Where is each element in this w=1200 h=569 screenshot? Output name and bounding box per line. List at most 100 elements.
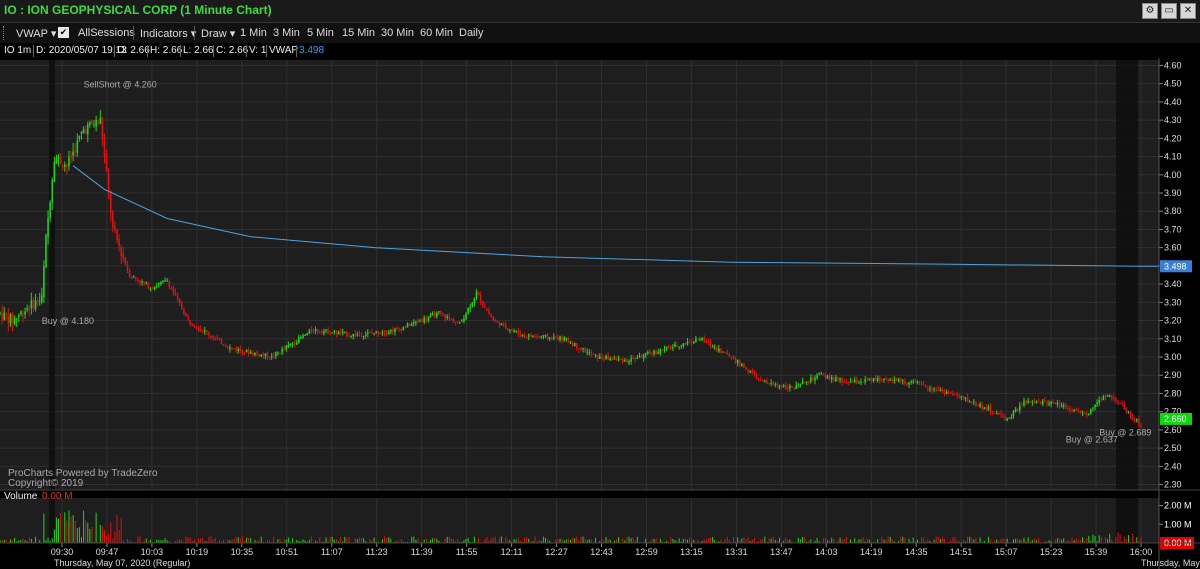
session-date-label: Thursday, May 07, 2020 (Regular)	[54, 558, 190, 568]
candle-body	[458, 322, 461, 324]
candle-body	[289, 344, 292, 346]
volume-header: Volume 0.00 M	[0, 491, 1200, 503]
candle-body	[93, 124, 95, 126]
candle-body	[947, 391, 950, 393]
candle-body	[676, 344, 678, 347]
candle-body	[362, 336, 365, 338]
candle-body	[870, 378, 873, 381]
candle-body	[323, 331, 325, 334]
candle-body	[0, 312, 1, 314]
candle-body	[241, 349, 244, 353]
candle-body	[1010, 416, 1013, 419]
candle-body	[1125, 409, 1128, 412]
interval-5min[interactable]: 5 Min	[307, 27, 334, 39]
candle-body	[924, 384, 927, 387]
candle-body	[1000, 413, 1002, 415]
candle-body	[206, 330, 208, 333]
candle-body	[954, 394, 956, 396]
candle-body	[837, 376, 839, 381]
candle-body	[63, 164, 66, 167]
candle-body	[105, 153, 108, 172]
candle-body	[918, 381, 921, 383]
candle-body	[291, 343, 294, 345]
candle-body	[141, 281, 143, 283]
x-tick-label: 09:47	[96, 547, 119, 557]
ohlc-infobar: IO 1m D: 2020/05/07 19:13 O: 2.66 H: 2.6…	[0, 44, 1200, 58]
candle-body	[107, 173, 110, 191]
candle-body	[32, 299, 35, 309]
candle-body	[1021, 404, 1023, 406]
candle-body	[826, 375, 829, 378]
x-tick-label: 15:39	[1085, 547, 1108, 557]
candle-body	[743, 363, 745, 368]
vwap-dropdown[interactable]: VWAP ▾	[16, 27, 56, 40]
candle-body	[433, 313, 436, 318]
allsessions-checkbox[interactable]: ✔	[58, 27, 69, 38]
candle-body	[1108, 394, 1111, 397]
candle-body	[396, 327, 398, 329]
candle-body	[661, 349, 664, 351]
candle-body	[70, 154, 72, 158]
interval-1min[interactable]: 1 Min	[240, 27, 267, 39]
candle-body	[145, 283, 148, 285]
symbol-label: IO 1m	[4, 45, 32, 56]
x-tick-label: 11:23	[366, 547, 388, 557]
candle-body	[128, 269, 131, 278]
candle-body	[927, 387, 929, 389]
draw-menu[interactable]: Draw ▾	[201, 27, 235, 40]
candle-body	[162, 280, 164, 282]
candle-body	[849, 381, 852, 383]
interval-60min[interactable]: 60 Min	[420, 27, 453, 39]
candle-body	[97, 121, 100, 123]
candle-body	[20, 311, 22, 315]
y-tick-label: 3.80	[1164, 206, 1182, 216]
candle-body	[674, 343, 676, 347]
gear-icon[interactable]: ⚙	[1142, 3, 1158, 19]
candle-body	[507, 328, 509, 330]
indicators-menu[interactable]: Indicators ▾	[140, 27, 196, 40]
candle-body	[816, 375, 818, 378]
candle-body	[1046, 402, 1048, 405]
y-tick-label: 4.50	[1164, 79, 1182, 89]
candle-body	[822, 374, 825, 376]
candle-body	[465, 313, 467, 320]
candle-body	[13, 318, 16, 325]
x-tick-label: 12:59	[635, 547, 658, 557]
candle-body	[1050, 401, 1052, 404]
candle-body	[394, 328, 396, 333]
candle-body	[149, 288, 152, 290]
candle-body	[481, 301, 484, 305]
candle-body	[231, 347, 233, 349]
candle-body	[7, 316, 10, 324]
candle-body	[1052, 402, 1055, 404]
interval-3min[interactable]: 3 Min	[273, 27, 300, 39]
candle-body	[718, 348, 720, 352]
candle-body	[542, 335, 545, 338]
candle-body	[312, 331, 315, 333]
candle-body	[1016, 409, 1019, 411]
x-tick-label: 16:00	[1130, 547, 1153, 557]
candle-body	[279, 352, 281, 354]
candle-body	[325, 329, 327, 331]
candle-body	[191, 323, 194, 326]
title-bar: IO : ION GEOPHYSICAL CORP (1 Minute Char…	[0, 0, 1200, 23]
candle-body	[350, 335, 352, 337]
candle-body	[327, 329, 329, 334]
interval-30min[interactable]: 30 Min	[381, 27, 414, 39]
candle-body	[116, 229, 118, 241]
candle-body	[1090, 409, 1092, 414]
restore-icon[interactable]: ▭	[1161, 3, 1177, 19]
candle-body	[1033, 401, 1036, 403]
candle-body	[878, 376, 881, 382]
close-icon[interactable]: ✕	[1180, 3, 1196, 19]
candle-body	[214, 337, 217, 339]
candle-body	[979, 403, 981, 407]
interval-daily[interactable]: Daily	[459, 27, 483, 39]
candle-body	[425, 318, 428, 320]
interval-15min[interactable]: 15 Min	[342, 27, 375, 39]
candle-body	[421, 321, 423, 323]
toolbar-grip-icon[interactable]	[3, 26, 7, 40]
candle-body	[208, 332, 210, 336]
candle-body	[1136, 419, 1138, 422]
candle-body	[417, 320, 419, 323]
